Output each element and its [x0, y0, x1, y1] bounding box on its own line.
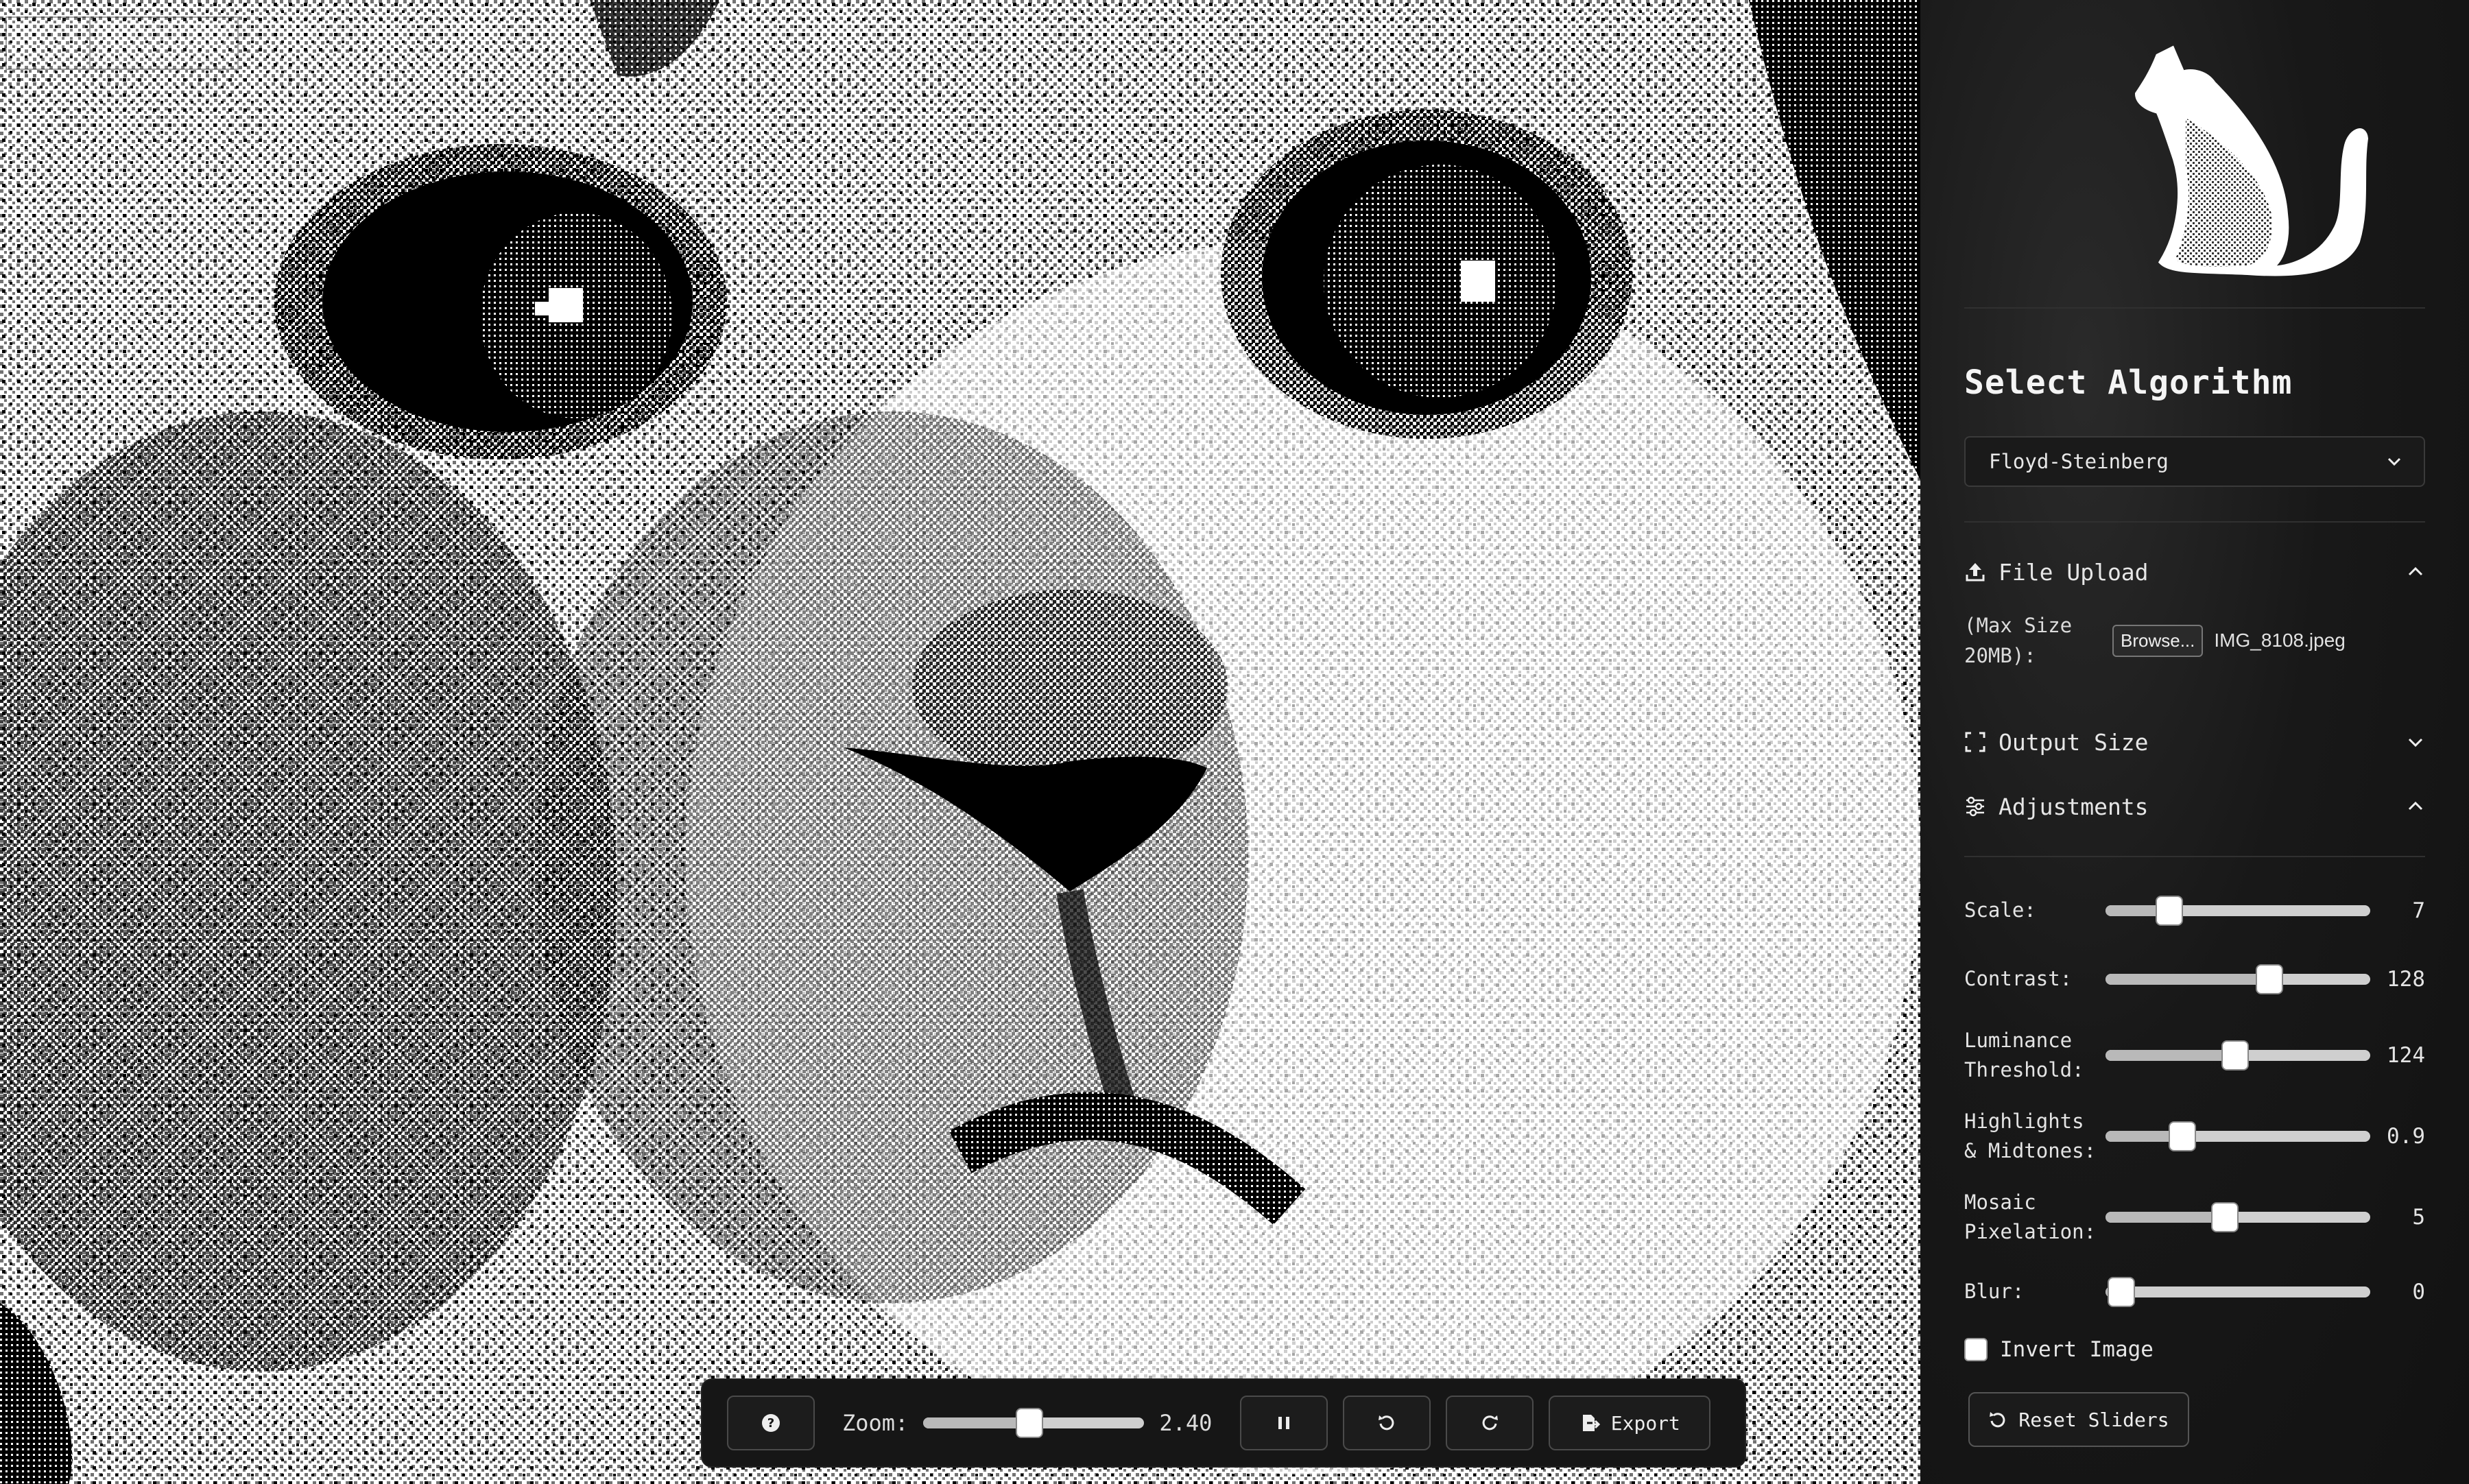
output-size-section-toggle[interactable]: Output Size: [1964, 721, 2425, 763]
view-toggle-box[interactable]: [5, 16, 239, 70]
mosaic-pixelation-value: 5: [2412, 1205, 2425, 1230]
adjustments-section-toggle[interactable]: Adjustments: [1964, 786, 2425, 827]
browse-button[interactable]: Browse...: [2112, 624, 2204, 657]
invert-image-toggle[interactable]: Invert Image: [1964, 1337, 2154, 1362]
luminance-threshold-slider[interactable]: [2106, 1040, 2370, 1070]
highlights-midtones-slider[interactable]: [2106, 1121, 2370, 1151]
selected-filename: IMG_8108.jpeg: [2214, 630, 2346, 651]
file-upload-label: File Upload: [1999, 558, 2149, 586]
pause-icon: [1278, 1417, 1290, 1429]
zoom-slider[interactable]: [923, 1408, 1145, 1438]
slider-thumb[interactable]: [2256, 964, 2284, 994]
highlights-midtones-slider-row: Highlights & Midtones: 0.9: [1964, 1107, 2425, 1166]
dithered-image-canvas[interactable]: [0, 0, 1920, 1484]
reset-sliders-label: Reset Sliders: [2018, 1408, 2169, 1431]
highlights-midtones-label: Highlights & Midtones:: [1964, 1110, 2097, 1162]
dithered-cat-image: [0, 0, 1920, 1484]
slider-thumb[interactable]: [2221, 1040, 2250, 1070]
contrast-slider[interactable]: [2106, 964, 2370, 994]
algorithm-select[interactable]: Floyd-Steinberg: [1964, 436, 2425, 487]
help-button[interactable]: ?: [727, 1396, 815, 1450]
zoom-value: 2.40: [1159, 1410, 1213, 1436]
help-icon: ?: [762, 1414, 780, 1432]
zoom-slider-thumb[interactable]: [1015, 1408, 1043, 1438]
scale-value: 7: [2412, 898, 2425, 923]
export-icon: [1582, 1415, 1600, 1431]
reset-sliders-button[interactable]: Reset Sliders: [1968, 1392, 2189, 1447]
undo-icon: [1379, 1415, 1394, 1431]
upload-icon: [1966, 563, 1985, 582]
contrast-slider-row: Contrast: 128: [1964, 964, 2425, 994]
luminance-threshold-label: Luminance Threshold:: [1964, 1029, 2084, 1081]
export-button[interactable]: Export: [1549, 1396, 1711, 1450]
redo-button[interactable]: [1446, 1396, 1534, 1450]
invert-image-label: Invert Image: [2000, 1337, 2154, 1362]
chevron-down-icon: [2408, 738, 2423, 747]
blur-slider[interactable]: [2106, 1276, 2370, 1307]
scale-slider-row: Scale: 7: [1964, 895, 2425, 926]
highlights-midtones-value: 0.9: [2387, 1124, 2425, 1149]
slider-thumb[interactable]: [2210, 1202, 2239, 1232]
adjustments-label: Adjustments: [1999, 793, 2149, 820]
slider-thumb[interactable]: [2108, 1276, 2136, 1307]
contrast-value: 128: [2387, 966, 2425, 992]
algorithm-selected-value: Floyd-Steinberg: [1989, 450, 2169, 473]
luminance-threshold-slider-row: Luminance Threshold: 124: [1964, 1026, 2425, 1085]
mosaic-pixelation-slider[interactable]: [2106, 1202, 2370, 1232]
pause-button[interactable]: [1240, 1396, 1328, 1450]
slider-thumb[interactable]: [2155, 895, 2183, 926]
contrast-label: Contrast:: [1964, 967, 2073, 990]
reset-icon: [1990, 1412, 2005, 1428]
logo-divider: [1964, 307, 2425, 309]
file-upload-section-toggle[interactable]: File Upload: [1964, 551, 2425, 593]
undo-button[interactable]: [1343, 1396, 1431, 1450]
invert-image-checkbox[interactable]: [1964, 1338, 1988, 1361]
slider-thumb[interactable]: [2168, 1121, 2196, 1151]
chevron-down-icon: [2387, 457, 2401, 466]
blur-slider-row: Blur: 0: [1964, 1276, 2425, 1307]
cat-logo-icon: [2134, 45, 2369, 276]
svg-text:?: ?: [767, 1416, 774, 1431]
view-toggle-tab[interactable]: [7, 18, 91, 69]
settings-panel: Select Algorithm Floyd-Steinberg File Up…: [1920, 0, 2469, 1484]
zoom-slider-fill: [923, 1417, 1029, 1428]
redo-icon: [1482, 1415, 1499, 1431]
scale-label: Scale:: [1964, 898, 2036, 922]
chevron-up-icon: [2408, 566, 2423, 576]
output-size-label: Output Size: [1999, 728, 2149, 756]
slider-fill: [2106, 1212, 2225, 1223]
mosaic-pixelation-label: Mosaic Pixelation:: [1964, 1190, 2097, 1243]
export-label: Export: [1610, 1411, 1680, 1435]
bottom-toolbar: ? Zoom: 2.40 Export: [702, 1380, 1745, 1466]
zoom-label: Zoom:: [842, 1410, 909, 1436]
scale-slider[interactable]: [2106, 895, 2370, 926]
adjustments-divider: [1964, 856, 2425, 857]
panel-title: Select Algorithm: [1964, 363, 2293, 402]
upload-size-note: (Max Size 20MB):: [1964, 614, 2073, 667]
sliders-icon: [1966, 796, 1984, 817]
resize-frame-icon: [1965, 732, 1985, 752]
chevron-up-icon: [2408, 801, 2423, 811]
slider-fill: [2106, 973, 2270, 985]
file-upload-row: (Max Size 20MB): Browse... IMG_8108.jpeg: [1964, 610, 2425, 671]
slider-fill: [2106, 1050, 2236, 1061]
mosaic-pixelation-slider-row: Mosaic Pixelation: 5: [1964, 1188, 2425, 1247]
blur-label: Blur:: [1964, 1280, 2025, 1303]
blur-value: 0: [2412, 1279, 2425, 1304]
luminance-threshold-value: 124: [2387, 1043, 2425, 1068]
algorithm-divider: [1964, 521, 2425, 523]
